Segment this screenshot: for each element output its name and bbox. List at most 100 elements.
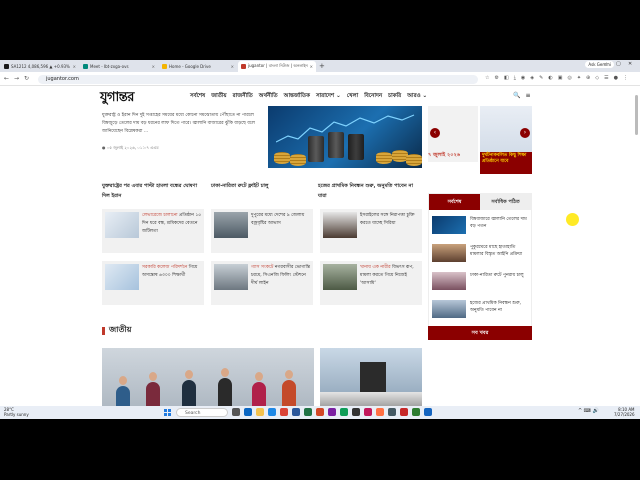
- weather-widget[interactable]: 28°C Partly sunny: [4, 407, 29, 417]
- forward-icon[interactable]: →: [14, 75, 19, 82]
- sidebar-news-item[interactable]: বিশ্ববাজারে জ্বালানি তেলের দাম বড় পতন: [432, 216, 528, 238]
- news-card[interactable]: গ্যাস সংকটে নগরবাসীর ভোগান্তি চরমে, সিএন…: [211, 261, 313, 305]
- extension-icon[interactable]: ⊕: [586, 75, 590, 81]
- app-icon[interactable]: [340, 408, 348, 416]
- word-icon[interactable]: [292, 408, 300, 416]
- app-icon[interactable]: [328, 408, 336, 416]
- oil-barrel-graphic: [308, 136, 324, 162]
- browser-tab[interactable]: SA1212 4,086,596 ▲ +0.93% ×: [1, 61, 79, 72]
- taskbar-search[interactable]: Search: [176, 408, 228, 417]
- system-tray[interactable]: ^ ⌨ 🔊: [578, 408, 599, 414]
- nav-item[interactable]: রাজনীতি: [233, 93, 253, 101]
- download-icon[interactable]: ⤓: [514, 75, 516, 81]
- nav-item[interactable]: চাকরি: [388, 93, 401, 101]
- hero-summary[interactable]: যুক্তরাষ্ট্র ও ইরান দিন দুই সপ্তাহের সময…: [102, 112, 260, 136]
- section-heading[interactable]: জাতীয়: [102, 324, 131, 337]
- sidebar-news-item[interactable]: ঢাকা-নারিতা রুটে পুনরায় চালু: [432, 272, 528, 294]
- section-secondary-image[interactable]: [320, 348, 422, 406]
- browser-tab[interactable]: Meet - Ibt-zxga-ovs ×: [80, 61, 158, 72]
- nav-item[interactable]: সর্বশেষ: [190, 93, 205, 101]
- news-card-title: খানায় এক নারীর বিভৎস রূপ, মামলা করতে গি…: [360, 264, 420, 288]
- page-scrollbar[interactable]: [635, 95, 638, 135]
- new-tab-button[interactable]: +: [319, 61, 325, 72]
- reload-icon[interactable]: ↻: [24, 75, 29, 82]
- slide-caption[interactable]: দুর্ঘটনাকবলিত কিছু শিক্ষা প্রতিষ্ঠানে যা…: [480, 152, 532, 174]
- tab-latest[interactable]: সর্বশেষ: [429, 194, 480, 210]
- address-bar[interactable]: jugantor.com: [38, 75, 478, 84]
- close-icon[interactable]: ×: [73, 64, 76, 69]
- app-icon[interactable]: [352, 408, 360, 416]
- extension-icon[interactable]: ▣: [558, 75, 563, 81]
- news-card[interactable]: লেভারেজে চালানো প্রতিষ্ঠান ১৫ দিন ধরে বন…: [102, 209, 204, 253]
- extension-icon[interactable]: ✦: [577, 75, 581, 81]
- nav-item[interactable]: আরও ⌄: [407, 93, 427, 101]
- news-card-highlight: খানায় এক নারীর: [360, 265, 391, 270]
- sidebar-news-title: ঢাকা-নারিতা রুটে পুনরায় চালু: [470, 273, 524, 278]
- headline-link[interactable]: যুক্তরাষ্ট্রের পর এবার পাল্টা হামলা বন্ধ…: [102, 181, 206, 201]
- maximize-icon[interactable]: ▢: [616, 61, 621, 67]
- powerpoint-icon[interactable]: [316, 408, 324, 416]
- close-icon[interactable]: ×: [231, 64, 234, 69]
- news-card[interactable]: দুপুরের মধ্যে দেশের ৯ জেলায় বজ্রবৃষ্টির…: [211, 209, 313, 253]
- all-news-button[interactable]: সব খবর: [428, 326, 532, 340]
- excel-icon[interactable]: [304, 408, 312, 416]
- extension-icon[interactable]: ◎: [567, 75, 571, 81]
- edge-icon[interactable]: [268, 408, 276, 416]
- extension-icon[interactable]: ◧: [504, 75, 509, 81]
- more-icon[interactable]: ⋮: [623, 75, 628, 81]
- search-icon[interactable]: 🔍: [513, 92, 520, 99]
- taskbar-clock[interactable]: 8:10 AM 7/27/2026: [614, 407, 635, 417]
- nav-item[interactable]: অর্থনীতি: [259, 93, 278, 101]
- close-window-icon[interactable]: ✕: [628, 61, 632, 67]
- news-card[interactable]: ইসরাইলের সঙ্গে নিরাপত্তা চুক্তি করতে যাচ…: [320, 209, 422, 253]
- nav-item[interactable]: সারাদেশ ⌄: [316, 93, 341, 101]
- site-logo[interactable]: যুগান্তর: [100, 88, 134, 109]
- extension-icon[interactable]: ✎: [539, 75, 543, 81]
- tab-most-read[interactable]: সর্বাধিক পঠিত: [480, 194, 531, 210]
- nav-item[interactable]: আন্তর্জাতিক: [284, 93, 310, 101]
- browser-tab[interactable]: Home - Google Drive ×: [159, 61, 237, 72]
- nav-item[interactable]: খেলা: [347, 93, 359, 101]
- close-icon[interactable]: ×: [152, 64, 155, 69]
- windows-start-icon[interactable]: [164, 409, 171, 416]
- app-icon[interactable]: [376, 408, 384, 416]
- app-icon[interactable]: [364, 408, 372, 416]
- bookmark-icon[interactable]: ☆: [485, 75, 489, 81]
- file-explorer-icon[interactable]: [256, 408, 264, 416]
- headline-link[interactable]: হজের প্রাথমিক নিবন্ধন শুরু, অনুমতি পাবেন…: [318, 181, 422, 201]
- app-icon[interactable]: [244, 408, 252, 416]
- app-icon[interactable]: [412, 408, 420, 416]
- sidebar-news-item[interactable]: পুকুরঘেরে মাছে হাতাহাতি মামলার বিস্তৃত আ…: [432, 244, 528, 266]
- extension-icon[interactable]: ◈: [530, 75, 534, 81]
- back-icon[interactable]: ←: [4, 75, 9, 82]
- extension-icon[interactable]: ◇: [595, 75, 599, 81]
- hero-image[interactable]: [268, 106, 422, 168]
- slide-date: ৭ জুলাই ২০২৬: [428, 152, 460, 158]
- slider-prev-button[interactable]: ‹: [430, 128, 440, 138]
- chrome-icon[interactable]: [280, 408, 288, 416]
- headline-link[interactable]: ঢাকা-নারিতা রুটে ফ্লাইট চালু: [211, 181, 311, 191]
- slider-next-button[interactable]: ›: [520, 128, 530, 138]
- app-icon[interactable]: [388, 408, 396, 416]
- menu-icon[interactable]: ≡: [525, 92, 530, 99]
- app-icon[interactable]: [424, 408, 432, 416]
- extension-icon[interactable]: ☰: [604, 75, 608, 81]
- minimize-icon[interactable]: —: [604, 61, 609, 67]
- profile-icon[interactable]: ●: [614, 75, 618, 81]
- sidebar-news-item[interactable]: হজের প্রাথমিক নিবন্ধন শুরু, অনুমতি পাবেন…: [432, 300, 528, 322]
- app-icon[interactable]: [400, 408, 408, 416]
- task-view-icon[interactable]: [232, 408, 240, 416]
- extension-icon[interactable]: ◉: [521, 75, 525, 81]
- browser-tab-active[interactable]: jugantor | বাংলা নিউজ | অনলাইন ×: [238, 61, 316, 72]
- extension-icon[interactable]: ⚙: [494, 75, 498, 81]
- close-icon[interactable]: ×: [310, 64, 313, 69]
- cursor-highlight: [566, 213, 579, 226]
- nav-item[interactable]: বিনোদন: [364, 93, 382, 101]
- section-lead-image[interactable]: [102, 348, 314, 406]
- nav-item[interactable]: জাতীয়: [211, 93, 226, 101]
- news-card[interactable]: সরকারি কলেজ পরিদর্শনে গিয়ে অসন্তোষ ৬৩০০…: [102, 261, 204, 305]
- clock-date: 7/27/2026: [614, 412, 635, 417]
- extension-icon[interactable]: ◐: [548, 75, 552, 81]
- news-card[interactable]: খানায় এক নারীর বিভৎস রূপ, মামলা করতে গি…: [320, 261, 422, 305]
- ask-gemini-button[interactable]: Ask Gemini: [585, 61, 614, 68]
